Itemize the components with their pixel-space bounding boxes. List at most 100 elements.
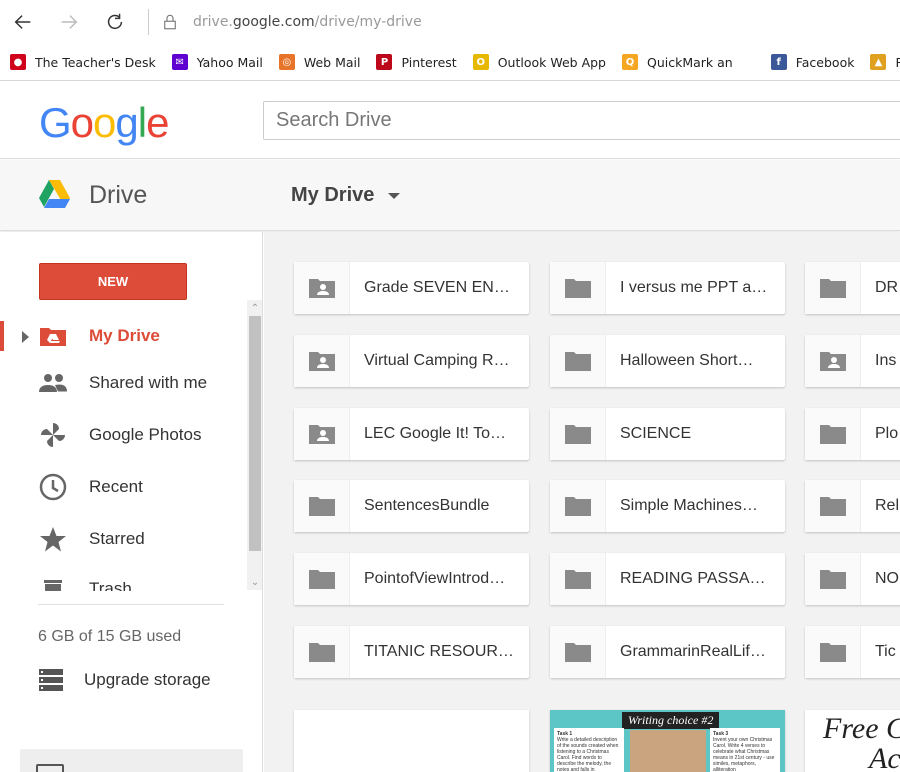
folder-name: Simple Machines…	[620, 497, 758, 514]
folder-icon	[294, 553, 350, 605]
sidebar-item-recent[interactable]: Recent	[0, 463, 245, 511]
bookmark-item[interactable]: P Pinterest	[376, 54, 457, 70]
forward-button[interactable]	[46, 0, 92, 44]
arrow-left-icon	[14, 15, 31, 29]
folder-name: Virtual Camping R…	[364, 352, 510, 369]
folder-item[interactable]: Simple Machines…	[550, 480, 785, 532]
new-button[interactable]: NEW	[39, 263, 187, 300]
folder-item[interactable]: Halloween Short…	[550, 335, 785, 387]
folder-item[interactable]: Plo	[805, 408, 900, 460]
upgrade-storage-label: Upgrade storage	[84, 670, 211, 689]
folder-name: Tic	[875, 643, 896, 660]
bookmark-item[interactable]: ● The Teacher's Desk	[10, 54, 156, 70]
folder-item[interactable]: PointofViewIntrod…	[294, 553, 529, 605]
folder-item[interactable]: DR	[805, 262, 900, 314]
folder-item[interactable]: GrammarinRealLif…	[550, 626, 785, 678]
url-domain: google.com	[232, 14, 315, 30]
storage-icon	[39, 669, 63, 691]
file-card-free[interactable]: Free C Ac	[805, 710, 900, 772]
folder-icon	[805, 553, 861, 605]
google-logo[interactable]: Google	[39, 99, 169, 147]
folder-icon	[550, 262, 606, 314]
sidebar: NEW My Drive Shared with me Google Photo…	[0, 232, 263, 772]
folder-name: SentencesBundle	[364, 497, 490, 514]
file-grid: Writing choice #2 Task 1 Write a detailed…	[264, 232, 900, 772]
sidebar-item-photos[interactable]: Google Photos	[0, 411, 245, 459]
file-thumb-title: Writing choice #2	[622, 712, 720, 729]
backup-promo[interactable]	[20, 749, 243, 772]
pinterest-icon: P	[376, 54, 393, 70]
refresh-icon	[107, 13, 123, 30]
upgrade-storage-link[interactable]: Upgrade storage	[38, 668, 211, 692]
folder-item[interactable]: TITANIC RESOUR…	[294, 626, 529, 678]
folder-item[interactable]: I versus me PPT a…	[550, 262, 785, 314]
folder-name: Ins	[875, 352, 897, 369]
folder-item[interactable]: READING PASSA…	[550, 553, 785, 605]
shared-folder-icon	[294, 408, 350, 460]
sidebar-item-label: My Drive	[89, 326, 160, 345]
thumb-line-2: Ac	[869, 742, 900, 772]
folder-icon	[805, 480, 861, 532]
folder-icon	[805, 626, 861, 678]
pinwheel-icon	[38, 420, 68, 450]
folder-item[interactable]: LEC Google It! To…	[294, 408, 529, 460]
bookmark-label: QuickMark an	[647, 54, 733, 70]
url-field[interactable]: drive.google.com/drive/my-drive	[193, 14, 422, 30]
file-thumb-title: Free C Ac	[823, 714, 900, 772]
bookmark-item[interactable]: ▲ Renweb	[870, 54, 900, 70]
bookmark-item[interactable]: Q QuickMark an	[622, 54, 733, 70]
folder-item[interactable]: NO	[805, 553, 900, 605]
bookmark-label: The Teacher's Desk	[35, 54, 156, 70]
thumb-photo	[630, 730, 706, 772]
folder-item[interactable]: SentencesBundle	[294, 480, 529, 532]
envelope-icon: ✉	[171, 54, 188, 70]
folder-icon	[805, 262, 861, 314]
file-card-writing-choice[interactable]: Writing choice #2 Task 1 Write a detailed…	[550, 710, 785, 772]
folder-name: Rel	[875, 497, 900, 514]
sidebar-scroll-thumb[interactable]	[249, 316, 261, 551]
quickmark-icon: Q	[622, 54, 638, 70]
storage-usage: 6 GB of 15 GB used	[38, 628, 182, 645]
folder-name: GrammarinRealLif…	[620, 643, 766, 660]
scroll-up-icon[interactable]: ⌃	[249, 302, 261, 316]
location-label: My Drive	[291, 184, 375, 206]
folder-item[interactable]: Tic	[805, 626, 900, 678]
sidebar-item-my-drive[interactable]: My Drive	[0, 312, 245, 360]
folder-item[interactable]: Ins	[805, 335, 900, 387]
refresh-button[interactable]	[92, 0, 138, 44]
folder-name: Grade SEVEN EN…	[364, 279, 510, 296]
folder-item[interactable]: SCIENCE	[550, 408, 785, 460]
file-card-blank[interactable]	[294, 710, 529, 772]
people-icon	[38, 368, 68, 398]
folder-item[interactable]: Virtual Camping R…	[294, 335, 529, 387]
location-dropdown[interactable]: My Drive	[291, 184, 401, 207]
sidebar-item-label: Google Photos	[89, 425, 202, 444]
back-button[interactable]	[0, 0, 46, 44]
sidebar-item-label: Shared with me	[89, 373, 208, 392]
bookmark-item[interactable]: ✉ Yahoo Mail	[171, 54, 263, 70]
bookmark-label: Facebook	[795, 54, 855, 70]
folder-icon	[294, 480, 350, 532]
folder-item[interactable]: Rel	[805, 480, 900, 532]
browser-address-bar: drive.google.com/drive/my-drive	[0, 0, 900, 44]
scroll-down-icon[interactable]: ⌄	[249, 576, 261, 590]
sidebar-item-label: Trash	[89, 579, 132, 591]
folder-name: DR	[875, 279, 899, 296]
folder-icon	[294, 626, 350, 678]
bookmark-label: Web Mail	[303, 54, 361, 70]
google-header: Google Search Drive	[0, 81, 900, 159]
search-input[interactable]: Search Drive	[263, 101, 900, 140]
sidebar-item-shared[interactable]: Shared with me	[0, 359, 245, 407]
bookmark-item[interactable]: f Facebook	[770, 54, 855, 70]
folder-icon	[550, 335, 606, 387]
drive-logo-icon	[39, 180, 70, 208]
folder-icon	[805, 408, 861, 460]
bookmark-item[interactable]: O Outlook Web App	[472, 54, 606, 70]
folder-item[interactable]: Grade SEVEN EN…	[294, 262, 529, 314]
shared-folder-icon	[805, 335, 861, 387]
bookmark-item[interactable]: ◎ Web Mail	[278, 54, 361, 70]
caret-down-icon	[388, 192, 401, 199]
sidebar-item-starred[interactable]: Starred	[0, 515, 245, 563]
sidebar-item-trash[interactable]: Trash	[0, 567, 245, 591]
outlook-icon: O	[472, 54, 489, 70]
